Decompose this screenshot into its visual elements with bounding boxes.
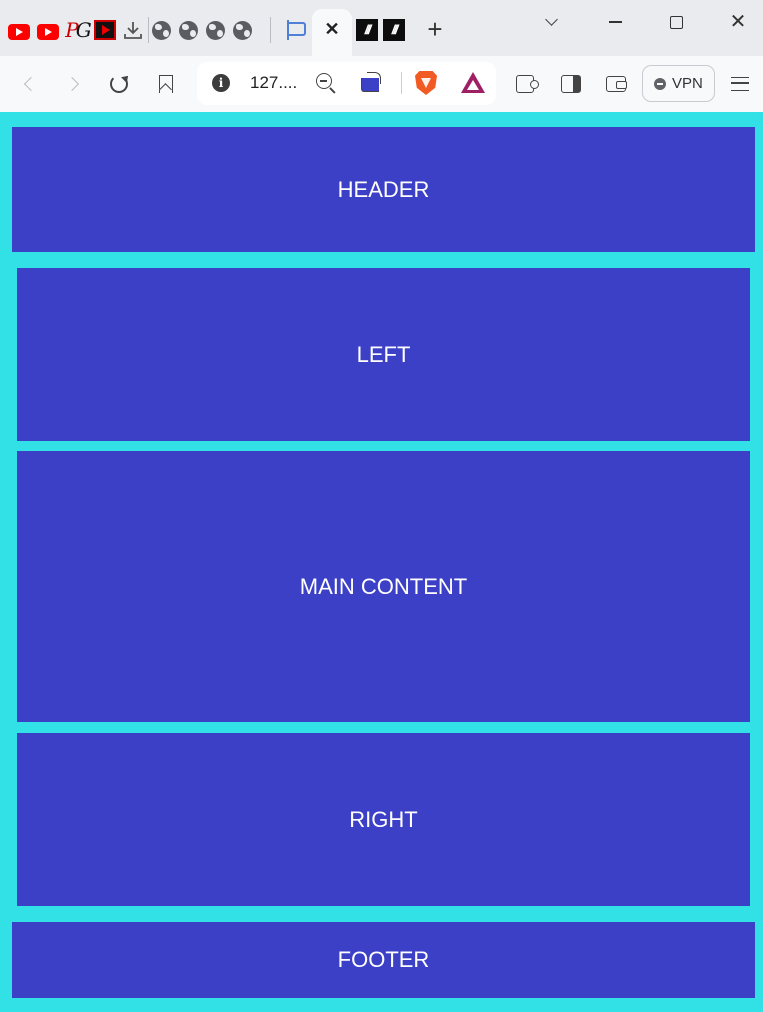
main-content-section: MAIN CONTENT bbox=[17, 451, 750, 722]
globe-icon[interactable] bbox=[231, 19, 253, 41]
left-section: LEFT bbox=[17, 268, 750, 441]
flag-icon[interactable] bbox=[286, 19, 308, 41]
red-video-icon[interactable] bbox=[94, 19, 116, 41]
globe-icon[interactable] bbox=[177, 19, 199, 41]
new-tab-button[interactable]: + bbox=[423, 16, 447, 42]
footer-section: FOOTER bbox=[12, 922, 755, 998]
youtube-icon[interactable] bbox=[37, 19, 59, 41]
right-label: RIGHT bbox=[349, 806, 418, 832]
vpn-status-icon bbox=[654, 78, 666, 90]
minimize-button[interactable] bbox=[603, 10, 627, 34]
globe-icon[interactable] bbox=[204, 19, 226, 41]
back-button[interactable] bbox=[15, 70, 43, 98]
close-tab-icon[interactable]: ✕ bbox=[322, 18, 342, 40]
address-separator bbox=[401, 72, 402, 94]
globe-icon[interactable] bbox=[150, 19, 172, 41]
vpn-label: VPN bbox=[672, 75, 703, 92]
mm-logo-icon[interactable]: /// bbox=[356, 19, 378, 41]
header-section: HEADER bbox=[12, 127, 755, 252]
footer-label: FOOTER bbox=[337, 947, 430, 972]
address-bar[interactable] bbox=[197, 62, 496, 105]
vpn-button[interactable]: VPN bbox=[642, 65, 715, 102]
tab-separator bbox=[270, 17, 271, 43]
address-text[interactable]: 127.... bbox=[250, 73, 297, 93]
right-section: RIGHT bbox=[17, 733, 750, 906]
header-label: HEADER bbox=[337, 176, 430, 202]
forward-button[interactable] bbox=[60, 70, 88, 98]
site-info-icon[interactable]: i bbox=[212, 74, 230, 92]
share-icon[interactable] bbox=[361, 72, 383, 94]
main-content-label: MAIN CONTENT bbox=[299, 573, 468, 599]
maximize-button[interactable] bbox=[664, 10, 688, 34]
bookmark-button[interactable] bbox=[152, 70, 180, 98]
extensions-icon[interactable] bbox=[511, 70, 539, 98]
zoom-out-icon[interactable] bbox=[316, 73, 336, 94]
left-label: LEFT bbox=[356, 341, 411, 367]
browser-tab-strip: PG ✕ /// /// + ✕ bbox=[0, 0, 763, 56]
pg-logo-icon[interactable]: PG bbox=[65, 19, 91, 41]
menu-icon[interactable] bbox=[726, 70, 754, 98]
sidebar-icon[interactable] bbox=[557, 70, 585, 98]
tab-search-chevron-icon[interactable] bbox=[539, 10, 563, 34]
tab-separator bbox=[148, 17, 149, 43]
close-window-button[interactable]: ✕ bbox=[726, 10, 750, 34]
brave-rewards-icon[interactable] bbox=[461, 72, 485, 94]
youtube-icon[interactable] bbox=[8, 19, 30, 41]
mm-logo-icon[interactable]: /// bbox=[383, 19, 405, 41]
wallet-icon[interactable] bbox=[602, 70, 630, 98]
download-icon[interactable] bbox=[122, 19, 144, 41]
reload-button[interactable] bbox=[105, 70, 133, 98]
